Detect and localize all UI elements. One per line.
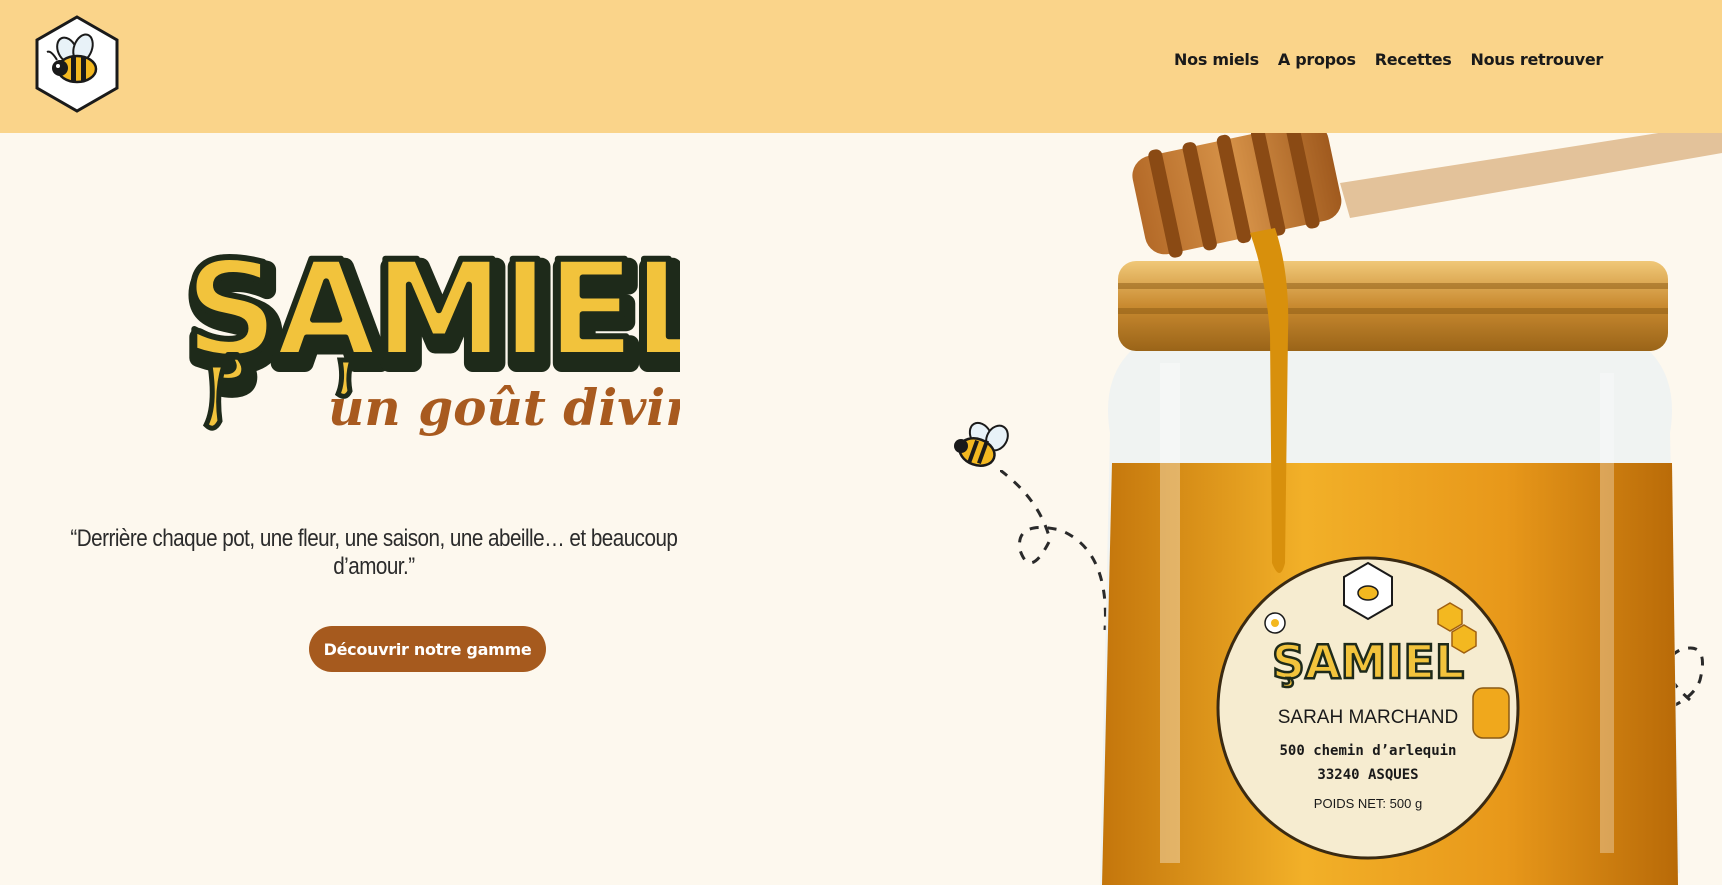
jar-lid [1118, 261, 1668, 351]
site-header: Nos miels A propos Recettes Nous retrouv… [0, 0, 1722, 133]
label-address: 500 chemin d’arlequin [1279, 743, 1456, 759]
honey-jar-illustration: ŞAMIEL SARAH MARCHAND 500 chemin d’arleq… [1100, 133, 1722, 885]
samiel-brand-logo: ŞAMIEL ŞAMIEL un goût divin [180, 230, 680, 437]
label-brand: ŞAMIEL [1272, 635, 1464, 689]
jar-label: ŞAMIEL SARAH MARCHAND 500 chemin d’arleq… [1216, 556, 1520, 860]
label-name: SARAH MARCHAND [1278, 707, 1459, 728]
label-weight: POIDS NET: 500 g [1314, 796, 1422, 811]
bee-logo-icon[interactable] [33, 14, 121, 114]
nav-recettes[interactable]: Recettes [1375, 50, 1452, 69]
nav-a-propos[interactable]: A propos [1278, 50, 1356, 69]
dipper-stick [1340, 133, 1722, 218]
label-city: 33240 ASQUES [1317, 767, 1418, 783]
honey-dipper [1132, 133, 1342, 258]
hero-quote: “Derrière chaque pot, une fleur, une sai… [70, 525, 678, 580]
brand-tagline: un goût divin [328, 378, 680, 437]
nav-nous-retrouver[interactable]: Nous retrouver [1470, 50, 1603, 69]
flying-bee-icon [954, 421, 1009, 467]
main-nav: Nos miels A propos Recettes Nous retrouv… [1174, 50, 1603, 69]
nav-nos-miels[interactable]: Nos miels [1174, 50, 1259, 69]
discover-range-button[interactable]: Découvrir notre gamme [309, 626, 546, 672]
brand-wordmark: ŞAMIEL [184, 233, 680, 387]
